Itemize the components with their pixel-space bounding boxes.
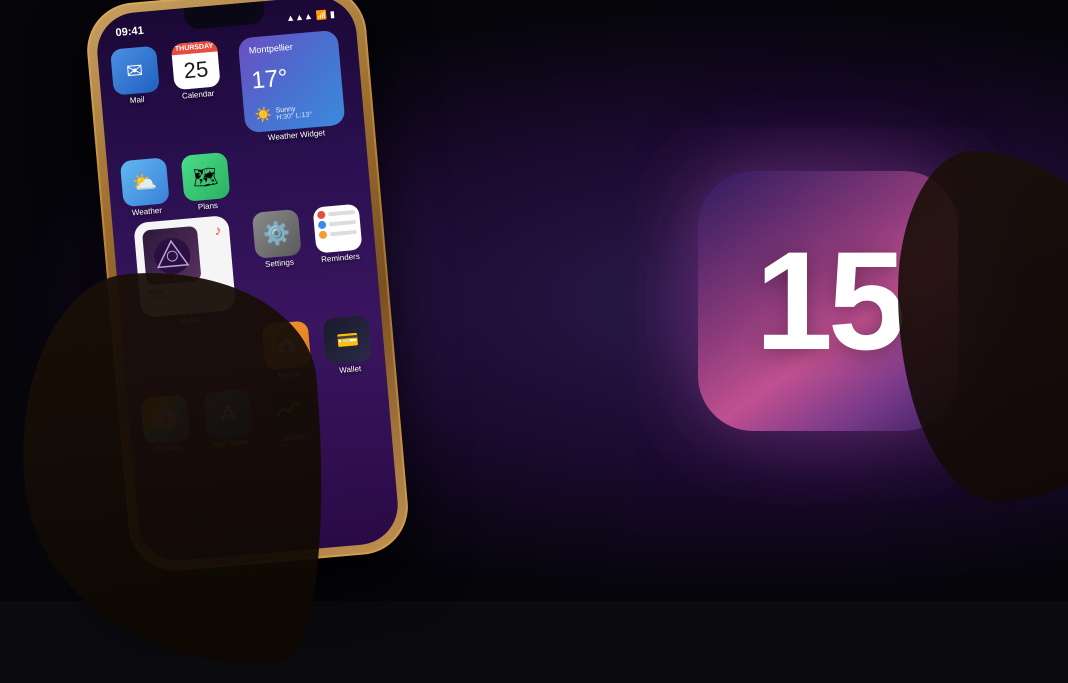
mail-label: Mail [129, 95, 144, 105]
map-icon: 🗺 [192, 163, 219, 190]
card-icon: 💳 [336, 329, 360, 352]
battery-icon: ▮ [329, 9, 335, 20]
reminder-line-3 [319, 228, 358, 239]
calendar-icon: THURSDAY 25 [171, 40, 221, 90]
app-mail[interactable]: ✉ Mail [105, 45, 165, 107]
sun-icon: ☀️ [254, 106, 273, 124]
music-note-icon: ♪ [214, 222, 222, 239]
reminder-text-3 [330, 230, 357, 236]
reminders-label: Reminders [321, 252, 360, 264]
signal-icon: ▲▲▲ [286, 11, 314, 23]
app-weather[interactable]: ⛅ Weather [115, 157, 175, 219]
wallet-label: Wallet [339, 364, 362, 375]
weather-app-label: Weather [132, 206, 163, 218]
app-wallet[interactable]: 💳 Wallet [318, 315, 378, 377]
settings-label: Settings [265, 258, 295, 269]
app-row-1: ✉ Mail THURSDAY 25 Calendar [105, 29, 357, 156]
mail-symbol: ✉ [125, 57, 144, 83]
mail-icon: ✉ [110, 46, 160, 96]
reminders-icon [313, 204, 363, 254]
maps-icon: 🗺 [180, 152, 230, 202]
app-calendar[interactable]: THURSDAY 25 Calendar [166, 40, 226, 102]
status-time: 09:41 [115, 25, 144, 39]
gear-icon: ⚙️ [262, 220, 292, 248]
weather-widget[interactable]: Montpellier 17° ☀️ Sunny H:30° L:13° Wea… [227, 29, 357, 145]
app-reminders[interactable]: Reminders [308, 203, 368, 265]
status-icons: ▲▲▲ 📶 ▮ [286, 9, 336, 24]
weather-city: Montpellier [248, 39, 329, 56]
reminder-text-2 [329, 220, 356, 226]
calendar-date: 25 [172, 51, 221, 90]
ios15-version-number: 15 [755, 220, 901, 382]
wifi-icon: 📶 [315, 9, 327, 21]
cloud-sun-icon: ⛅ [131, 169, 158, 196]
plans-label: Plans [198, 201, 219, 212]
reminder-dot-red [317, 211, 326, 220]
row5-filler [322, 378, 378, 383]
weather-details: Sunny H:30° L:13° [275, 104, 312, 121]
settings-icon: ⚙️ [252, 209, 302, 259]
app-settings[interactable]: ⚙️ Settings [247, 209, 307, 271]
reminder-dot-blue [318, 221, 327, 230]
weather-condition-row: ☀️ Sunny H:30° L:13° [254, 100, 335, 124]
reminders-content [313, 204, 363, 254]
album-art-svg [150, 234, 193, 277]
phone-wrapper: 09:41 ▲▲▲ 📶 ▮ ✉ Mail [3, 0, 578, 651]
weather-app-icon: ⛅ [119, 157, 169, 207]
wallet-icon: 💳 [323, 315, 373, 365]
calendar-label: Calendar [182, 89, 215, 101]
reminder-text-1 [328, 210, 355, 216]
weather-widget-box: Montpellier 17° ☀️ Sunny H:30° L:13° [238, 30, 346, 133]
weather-temp: 17° [250, 61, 332, 96]
reminder-dot-orange [319, 230, 328, 239]
app-plans[interactable]: 🗺 Plans [176, 152, 236, 214]
